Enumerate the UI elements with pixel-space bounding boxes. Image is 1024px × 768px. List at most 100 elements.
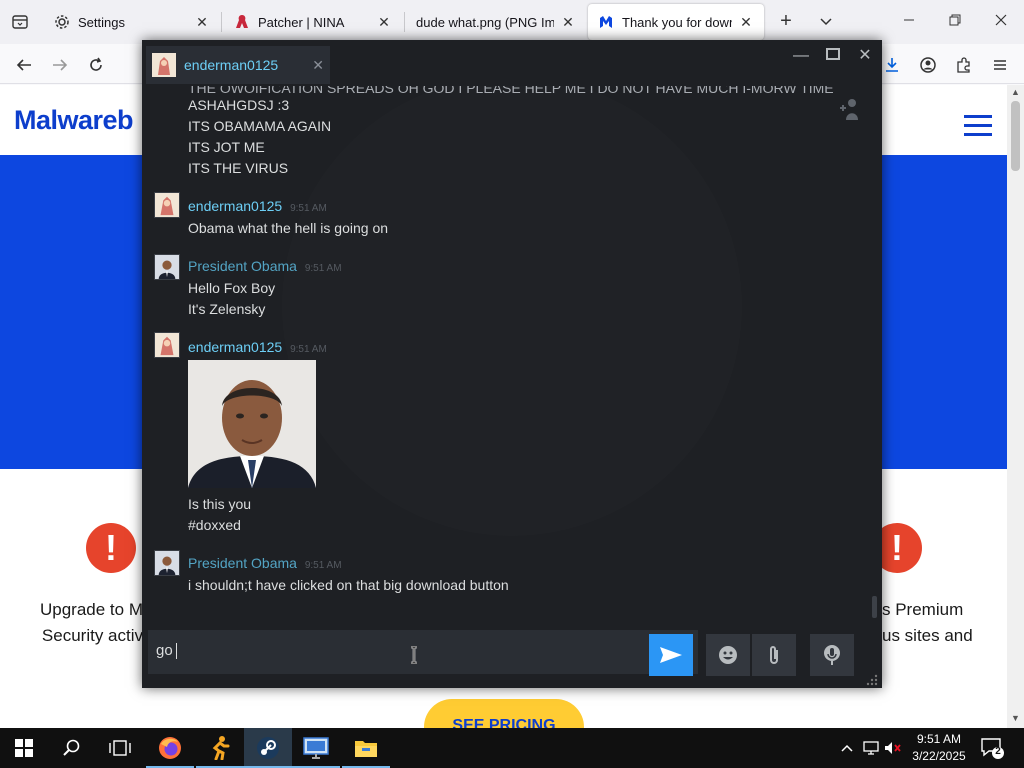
sender-name[interactable]: President Obama [188,555,297,571]
chat-input-value: go [156,642,173,659]
sender-name[interactable]: enderman0125 [188,198,282,214]
attach-file-button[interactable] [752,634,796,676]
show-hidden-icons-button[interactable] [838,738,856,758]
firefox-taskbar-button[interactable] [146,728,194,768]
chat-message-list[interactable]: THE OWOIFICATION SPREADS OH GOD I PLEASE… [142,86,882,624]
site-menu-button[interactable] [964,115,992,139]
chat-title-bar: enderman0125 ✕ — ✕ [142,40,882,86]
tab-close-icon[interactable]: ✕ [738,14,754,30]
tab-close-icon[interactable]: ✕ [376,14,392,30]
sender-name[interactable]: President Obama [188,258,297,274]
message-timestamp: 9:51 AM [290,344,327,355]
malwarebytes-logo[interactable]: Malwareb [14,105,134,136]
feature-line: s Premium [882,600,964,619]
avatar[interactable] [154,254,180,280]
page-scrollbar[interactable]: ▲ ▼ [1007,85,1024,728]
runner-app-taskbar-button[interactable] [196,728,244,768]
steam-chat-window: enderman0125 ✕ — ✕ THE OWOIFICATION SPRE… [142,40,882,688]
scroll-up-icon[interactable]: ▲ [1011,87,1020,97]
tab-separator [404,12,405,32]
tab-list-icon [12,15,28,29]
message-text: Obama what the hell is going on [188,220,389,236]
message-sender: President Obama 9:51 AM [188,258,342,274]
tab-close-icon[interactable]: ✕ [194,14,210,30]
message-timestamp: 9:51 AM [304,263,342,274]
back-button[interactable] [10,52,38,78]
forward-button[interactable] [46,52,74,78]
task-view-icon [109,740,131,756]
tab-dude-what-png[interactable]: dude what.png (PNG Imag ✕ [406,4,586,40]
chat-message-input[interactable]: go [148,630,698,674]
ibeam-cursor-icon [411,646,417,664]
tab-list-button[interactable] [8,11,32,33]
message-timestamp: 9:51 AM [304,560,342,571]
resize-grip-icon[interactable] [864,672,878,686]
chat-tab-close-icon[interactable]: ✕ [312,57,324,74]
message-text: ASHAHGDSJ :3 [188,97,290,113]
smiley-icon [719,646,737,664]
steam-taskbar-button[interactable] [244,728,292,768]
shared-photo-image[interactable] [188,360,316,488]
avatar[interactable] [154,332,180,358]
file-explorer-icon [355,741,377,757]
close-icon [995,14,1007,26]
clock-date: 3/22/2025 [912,749,966,763]
remote-desktop-taskbar-button[interactable] [292,728,340,768]
start-button[interactable] [0,728,48,768]
restore-icon [949,14,961,26]
chat-close-button[interactable]: ✕ [850,44,880,68]
downloads-button[interactable] [878,52,906,78]
scrollbar-thumb[interactable] [1011,101,1020,171]
window-minimize-button[interactable] [886,0,932,40]
tab-title: Settings [78,14,125,30]
volume-tray-button[interactable] [884,738,902,758]
window-close-button[interactable] [978,0,1024,40]
action-center-button[interactable]: 2 [980,736,1004,760]
sender-name[interactable]: enderman0125 [188,339,282,355]
search-button[interactable] [48,728,96,768]
paperclip-icon [770,646,778,664]
message-text: ITS JOT ME [188,139,265,155]
account-button[interactable] [914,52,942,78]
emoticon-button[interactable] [706,634,750,676]
reload-button[interactable] [82,52,110,78]
message-timestamp: 9:51 AM [290,203,327,214]
message-text: Is this you [188,496,252,512]
avatar[interactable] [154,550,180,576]
tab-overflow-button[interactable] [814,10,838,34]
system-clock[interactable]: 9:51 AM 3/22/2025 [906,731,972,765]
extensions-button[interactable] [950,52,978,78]
account-icon [920,57,936,73]
tab-settings[interactable]: Settings ✕ [44,4,220,40]
chat-maximize-button[interactable] [818,44,848,68]
chat-tab-enderman0125[interactable]: enderman0125 ✕ [146,46,330,84]
chat-scrollbar-thumb[interactable] [872,596,877,618]
task-view-button[interactable] [96,728,144,768]
scroll-down-icon[interactable]: ▼ [1011,713,1020,723]
tab-patcher[interactable]: Patcher | NINA ✕ [224,4,402,40]
tab-thank-you[interactable]: Thank you for downloa ✕ [588,4,764,40]
send-message-button[interactable] [649,634,693,676]
voice-message-button[interactable] [810,634,854,676]
network-tray-button[interactable] [862,738,880,758]
app-menu-button[interactable] [986,52,1014,78]
menu-bar [964,133,992,136]
firefox-icon [159,737,181,759]
browser-tab-bar: Settings ✕ Patcher | NINA ✕ dude what.pn… [0,0,1024,44]
tab-close-icon[interactable]: ✕ [560,14,576,30]
chat-minimize-button[interactable]: — [786,44,816,68]
see-pricing-button[interactable]: SEE PRICING [424,699,584,728]
warning-icon: ! [86,523,136,573]
file-explorer-taskbar-button[interactable] [342,728,390,768]
steam-icon [257,737,279,759]
avatar[interactable] [154,192,180,218]
minimize-icon [904,19,914,21]
new-tab-button[interactable]: + [774,10,798,34]
patcher-favicon-icon [234,14,250,30]
message-text: THE OWOIFICATION SPREADS OH GOD I PLEASE… [188,86,834,96]
add-friend-icon[interactable] [836,96,862,122]
window-restore-button[interactable] [932,0,978,40]
arrow-right-icon [53,59,68,71]
volume-muted-icon [885,742,901,754]
arrow-left-icon [16,59,31,71]
